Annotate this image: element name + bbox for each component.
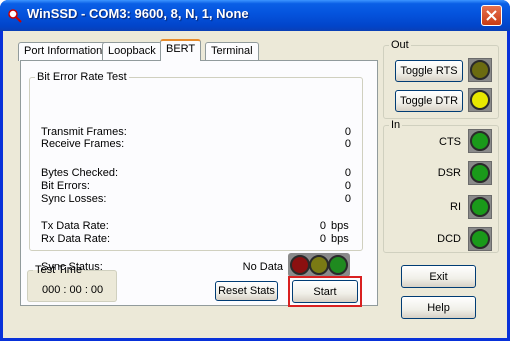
sync-led-green [328, 255, 348, 275]
bert-group-title: Bit Error Rate Test [37, 71, 127, 83]
start-button[interactable]: Start [292, 280, 358, 303]
tab-loopback[interactable]: Loopback [102, 42, 162, 61]
ri-led-box [468, 195, 492, 219]
reset-stats-button[interactable]: Reset Stats [215, 281, 278, 301]
close-button[interactable] [481, 5, 502, 26]
test-time-value: 000 : 00 : 00 [42, 284, 104, 296]
dcd-led [470, 229, 490, 249]
tx-rate-value: 0 [319, 220, 326, 232]
cts-label: CTS [439, 136, 461, 148]
app-window: WinSSD - COM3: 9600, 8, N, 1, None Port … [0, 0, 510, 341]
dialog-client-area: Port Information Loopback BERT Terminal … [3, 31, 507, 338]
sync-status-indicator [288, 253, 350, 277]
tx-rate-unit: bps [331, 220, 349, 232]
dsr-label: DSR [437, 167, 461, 179]
rx-rate-value: 0 [319, 233, 326, 245]
sync-led-red [290, 255, 310, 275]
close-icon [486, 10, 497, 21]
cts-led [470, 131, 490, 151]
sync-losses-value: 0 [344, 193, 351, 205]
in-group-title: In [391, 119, 401, 131]
tab-bert[interactable]: BERT [160, 39, 202, 61]
exit-button[interactable]: Exit [401, 265, 476, 288]
bytes-checked-label: Bytes Checked: [41, 167, 119, 179]
tx-rate-label: Tx Data Rate: [41, 220, 109, 232]
receive-frames-label: Receive Frames: [41, 138, 125, 150]
transmit-frames-value: 0 [344, 126, 351, 138]
out-group-title: Out [391, 39, 409, 51]
toggle-dtr-button[interactable]: Toggle DTR [395, 90, 463, 112]
dcd-label: DCD [437, 233, 461, 245]
bit-errors-label: Bit Errors: [41, 180, 90, 192]
bit-errors-value: 0 [344, 180, 351, 192]
test-time-group: Test Time [27, 264, 117, 302]
test-time-title: Test Time [35, 264, 83, 276]
rx-rate-label: Rx Data Rate: [41, 233, 111, 245]
rx-rate-unit: bps [331, 233, 349, 245]
tab-terminal[interactable]: Terminal [205, 42, 259, 61]
window-title: WinSSD - COM3: 9600, 8, N, 1, None [27, 6, 249, 21]
dcd-led-box [468, 227, 492, 251]
toggle-rts-button[interactable]: Toggle RTS [395, 60, 463, 82]
rts-led-box [468, 58, 492, 82]
sync-led-yellow [309, 255, 329, 275]
help-button[interactable]: Help [401, 296, 476, 319]
cts-led-box [468, 129, 492, 153]
dsr-led [470, 163, 490, 183]
ri-led [470, 197, 490, 217]
sync-losses-label: Sync Losses: [41, 193, 107, 205]
dtr-led-box [468, 88, 492, 112]
receive-frames-value: 0 [344, 138, 351, 150]
ri-label: RI [450, 201, 461, 213]
dtr-led [470, 90, 490, 110]
bytes-checked-value: 0 [344, 167, 351, 179]
app-icon [8, 9, 22, 23]
dsr-led-box [468, 161, 492, 185]
sync-status-value: No Data [242, 261, 283, 273]
rts-led [470, 60, 490, 80]
title-bar[interactable]: WinSSD - COM3: 9600, 8, N, 1, None [0, 0, 510, 31]
tab-port-information[interactable]: Port Information [18, 42, 109, 61]
transmit-frames-label: Transmit Frames: [41, 126, 127, 138]
